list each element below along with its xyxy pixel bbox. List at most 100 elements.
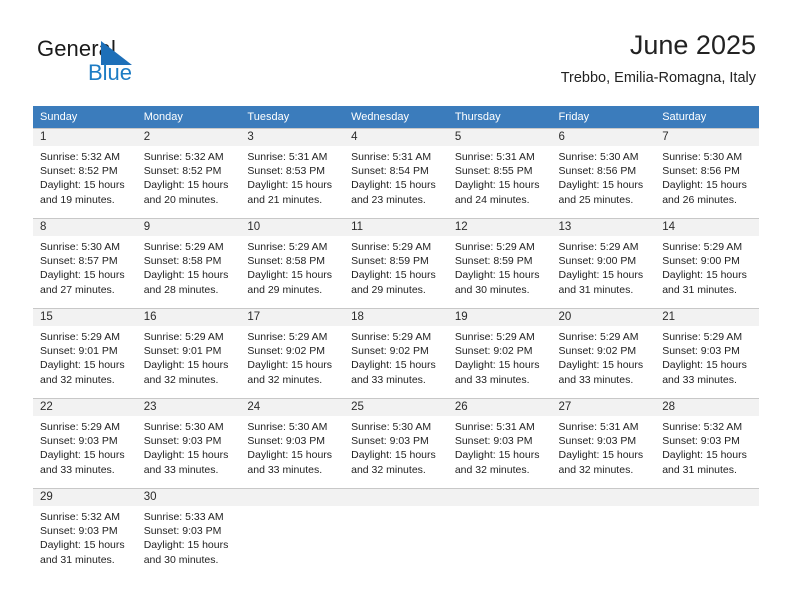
- day-cell-inner: 19 Sunrise: 5:29 AM Sunset: 9:02 PM Dayligh…: [447, 308, 552, 398]
- day-number: 25: [344, 399, 448, 416]
- day-details: Sunrise: 5:29 AM Sunset: 9:02 PM Daylight:…: [344, 326, 448, 387]
- day-cell-inner: 7 Sunrise: 5:30 AM Sunset: 8:56 PM Daylight…: [655, 128, 759, 218]
- daylight-text-line2: and 31 minutes.: [40, 553, 115, 566]
- day-details: [655, 506, 759, 510]
- day-details: Sunrise: 5:29 AM Sunset: 8:59 PM Daylight:…: [344, 236, 448, 297]
- day-number: 15: [33, 309, 137, 326]
- daylight-text-line1: Daylight: 15 hours: [143, 269, 229, 282]
- sunrise-text: Sunrise: 5:29 AM: [558, 331, 639, 343]
- calendar-day-cell[interactable]: 5 Sunrise: 5:31 AM Sunset: 8:55 PM Daylight…: [447, 128, 552, 218]
- calendar-day-cell[interactable]: 1 Sunrise: 5:32 AM Sunset: 8:52 PM Daylight…: [33, 128, 137, 218]
- day-details: [344, 506, 448, 510]
- calendar-day-cell[interactable]: 26 Sunrise: 5:31 AM Sunset: 9:03 PM Dayligh…: [447, 398, 552, 488]
- day-cell-inner: 8 Sunrise: 5:30 AM Sunset: 8:57 PM Daylight…: [33, 218, 137, 308]
- calendar-day-cell[interactable]: 13 Sunrise: 5:29 AM Sunset: 9:00 PM Dayligh…: [551, 218, 656, 308]
- calendar-day-cell[interactable]: 12 Sunrise: 5:29 AM Sunset: 8:59 PM Dayligh…: [447, 218, 552, 308]
- daylight-text-line1: Daylight: 15 hours: [40, 539, 125, 552]
- daylight-text-line1: Daylight: 15 hours: [143, 179, 229, 192]
- calendar-day-cell[interactable]: 11 Sunrise: 5:29 AM Sunset: 8:59 PM Dayligh…: [344, 218, 448, 308]
- calendar-day-cell[interactable]: 25 Sunrise: 5:30 AM Sunset: 9:03 PM Dayligh…: [344, 398, 448, 488]
- calendar-day-cell[interactable]: 15 Sunrise: 5:29 AM Sunset: 9:01 PM Dayligh…: [33, 308, 137, 398]
- calendar-day-cell[interactable]: 4 Sunrise: 5:31 AM Sunset: 8:54 PM Daylight…: [344, 128, 448, 218]
- daylight-text-line1: Daylight: 15 hours: [662, 179, 747, 192]
- day-details: Sunrise: 5:29 AM Sunset: 9:02 PM Daylight:…: [240, 326, 344, 387]
- sunset-text: Sunset: 9:01 PM: [40, 345, 118, 358]
- sunrise-text: Sunrise: 5:31 AM: [454, 421, 535, 433]
- calendar-day-cell[interactable]: 14 Sunrise: 5:29 AM Sunset: 9:00 PM Dayligh…: [655, 218, 759, 308]
- sunrise-text: Sunrise: 5:29 AM: [662, 331, 743, 343]
- day-cell-inner: [344, 488, 448, 578]
- calendar-day-cell[interactable]: 23 Sunrise: 5:30 AM Sunset: 9:03 PM Dayligh…: [136, 398, 241, 488]
- brand-logo[interactable]: General Blue: [37, 36, 167, 88]
- calendar-day-cell[interactable]: 2 Sunrise: 5:32 AM Sunset: 8:52 PM Daylight…: [136, 128, 241, 218]
- calendar-day-cell[interactable]: 10 Sunrise: 5:29 AM Sunset: 8:58 PM Dayligh…: [240, 218, 345, 308]
- calendar-day-cell[interactable]: 17 Sunrise: 5:29 AM Sunset: 9:02 PM Dayligh…: [240, 308, 345, 398]
- day-cell-inner: 3 Sunrise: 5:31 AM Sunset: 8:53 PM Daylight…: [240, 128, 345, 218]
- sunrise-text: Sunrise: 5:29 AM: [143, 241, 224, 253]
- calendar-day-cell[interactable]: 16 Sunrise: 5:29 AM Sunset: 9:01 PM Dayligh…: [136, 308, 241, 398]
- daylight-text-line2: and 30 minutes.: [454, 283, 530, 296]
- calendar-day-cell[interactable]: 24 Sunrise: 5:30 AM Sunset: 9:03 PM Dayligh…: [240, 398, 345, 488]
- calendar-day-cell[interactable]: 22 Sunrise: 5:29 AM Sunset: 9:03 PM Dayligh…: [33, 398, 137, 488]
- calendar-cell-empty: [655, 488, 759, 578]
- day-details: Sunrise: 5:30 AM Sunset: 9:03 PM Daylight:…: [137, 416, 241, 477]
- calendar-day-cell[interactable]: 20 Sunrise: 5:29 AM Sunset: 9:02 PM Dayligh…: [551, 308, 656, 398]
- calendar-day-cell[interactable]: 27 Sunrise: 5:31 AM Sunset: 9:03 PM Dayligh…: [551, 398, 656, 488]
- day-details: Sunrise: 5:33 AM Sunset: 9:03 PM Daylight:…: [137, 506, 241, 567]
- day-details: Sunrise: 5:30 AM Sunset: 9:03 PM Daylight:…: [240, 416, 344, 477]
- calendar-day-cell[interactable]: 8 Sunrise: 5:30 AM Sunset: 8:57 PM Daylight…: [33, 218, 137, 308]
- day-number: 16: [136, 309, 241, 326]
- day-number: 5: [447, 129, 552, 146]
- brand-name-blue: Blue: [88, 60, 133, 85]
- day-details: Sunrise: 5:32 AM Sunset: 9:03 PM Daylight:…: [655, 416, 759, 477]
- day-number: 22: [33, 399, 137, 416]
- day-number: 18: [344, 309, 448, 326]
- sunrise-text: Sunrise: 5:29 AM: [247, 241, 328, 253]
- sunrise-text: Sunrise: 5:31 AM: [247, 151, 328, 163]
- calendar-day-cell[interactable]: 6 Sunrise: 5:30 AM Sunset: 8:56 PM Daylight…: [551, 128, 656, 218]
- day-number: 21: [655, 309, 759, 326]
- day-details: [552, 506, 656, 510]
- day-details: Sunrise: 5:32 AM Sunset: 9:03 PM Daylight:…: [33, 506, 137, 567]
- daylight-text-line1: Daylight: 15 hours: [454, 269, 540, 282]
- calendar-day-cell[interactable]: 29 Sunrise: 5:32 AM Sunset: 9:03 PM Dayligh…: [33, 488, 137, 578]
- daylight-text-line1: Daylight: 15 hours: [351, 359, 436, 372]
- day-cell-inner: [655, 488, 759, 578]
- sunrise-text: Sunrise: 5:29 AM: [40, 421, 120, 433]
- sunrise-text: Sunrise: 5:31 AM: [351, 151, 432, 163]
- calendar-day-cell[interactable]: 18 Sunrise: 5:29 AM Sunset: 9:02 PM Dayligh…: [344, 308, 448, 398]
- sunset-text: Sunset: 9:03 PM: [143, 525, 222, 538]
- day-details: Sunrise: 5:31 AM Sunset: 8:54 PM Daylight:…: [344, 146, 448, 207]
- day-cell-inner: 26 Sunrise: 5:31 AM Sunset: 9:03 PM Dayligh…: [447, 398, 552, 488]
- calendar-day-cell[interactable]: 30 Sunrise: 5:33 AM Sunset: 9:03 PM Dayligh…: [136, 488, 241, 578]
- day-cell-inner: 18 Sunrise: 5:29 AM Sunset: 9:02 PM Dayligh…: [344, 308, 448, 398]
- sunset-text: Sunset: 8:58 PM: [247, 255, 326, 268]
- day-number: 29: [33, 489, 137, 506]
- day-number: 28: [655, 399, 759, 416]
- sunrise-text: Sunrise: 5:32 AM: [40, 151, 120, 163]
- calendar-cell-empty: [447, 488, 552, 578]
- daylight-text-line1: Daylight: 15 hours: [558, 269, 644, 282]
- daylight-text-line1: Daylight: 15 hours: [40, 449, 125, 462]
- sunset-text: Sunset: 9:03 PM: [247, 435, 326, 448]
- day-number: 26: [447, 399, 552, 416]
- day-details: Sunrise: 5:31 AM Sunset: 9:03 PM Daylight:…: [552, 416, 656, 477]
- calendar-day-cell[interactable]: 3 Sunrise: 5:31 AM Sunset: 8:53 PM Daylight…: [240, 128, 345, 218]
- day-details: Sunrise: 5:29 AM Sunset: 9:03 PM Daylight:…: [655, 326, 759, 387]
- calendar-day-cell[interactable]: 21 Sunrise: 5:29 AM Sunset: 9:03 PM Dayligh…: [655, 308, 759, 398]
- daylight-text-line1: Daylight: 15 hours: [558, 359, 644, 372]
- day-details: Sunrise: 5:32 AM Sunset: 8:52 PM Daylight:…: [137, 146, 241, 207]
- sunset-text: Sunset: 8:59 PM: [454, 255, 533, 268]
- calendar-day-cell[interactable]: 19 Sunrise: 5:29 AM Sunset: 9:02 PM Dayligh…: [447, 308, 552, 398]
- daylight-text-line2: and 29 minutes.: [247, 283, 323, 296]
- calendar-day-cell[interactable]: 7 Sunrise: 5:30 AM Sunset: 8:56 PM Daylight…: [655, 128, 759, 218]
- daylight-text-line1: Daylight: 15 hours: [40, 179, 125, 192]
- calendar-day-cell[interactable]: 28 Sunrise: 5:32 AM Sunset: 9:03 PM Dayligh…: [655, 398, 759, 488]
- calendar-day-cell[interactable]: 9 Sunrise: 5:29 AM Sunset: 8:58 PM Daylight…: [136, 218, 241, 308]
- day-number: 30: [136, 489, 241, 506]
- day-cell-inner: 9 Sunrise: 5:29 AM Sunset: 8:58 PM Daylight…: [136, 218, 241, 308]
- daylight-text-line1: Daylight: 15 hours: [40, 359, 125, 372]
- daylight-text-line2: and 27 minutes.: [40, 283, 115, 296]
- daylight-text-line2: and 32 minutes.: [454, 463, 530, 476]
- daylight-text-line2: and 32 minutes.: [558, 463, 634, 476]
